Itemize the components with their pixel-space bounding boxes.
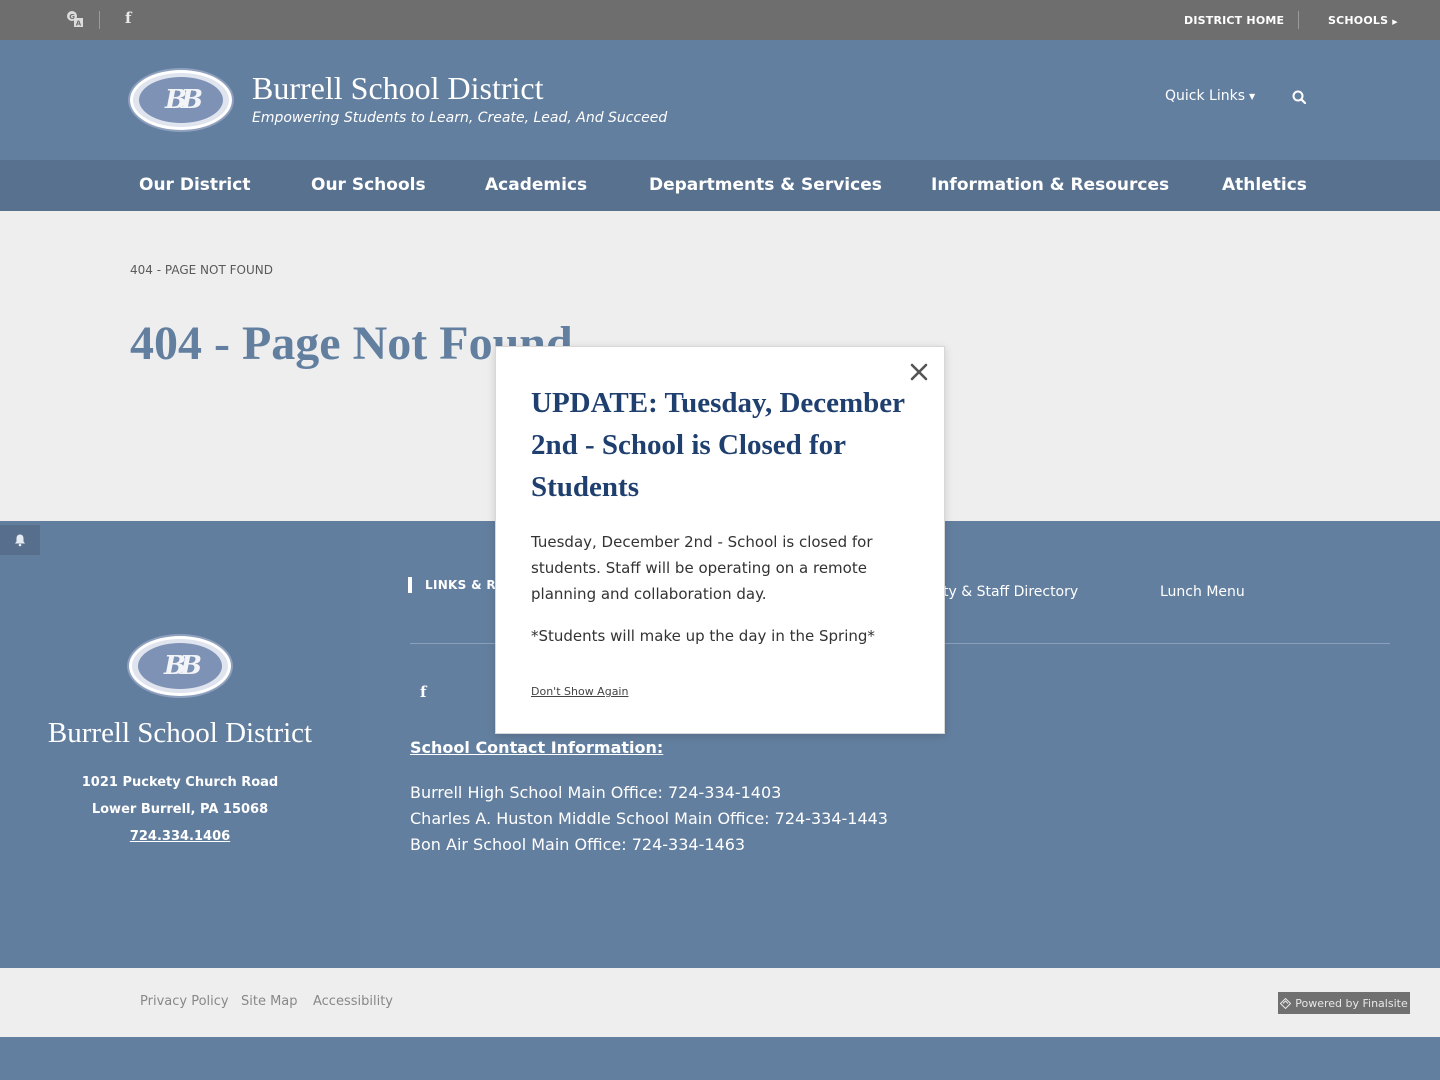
svg-text:A: A [76,20,82,28]
caret-right-icon: ▶ [1392,18,1398,26]
contact-line-middle-school: Charles A. Huston Middle School Main Off… [410,809,888,828]
nav-item-academics[interactable]: Academics [485,175,587,195]
nav-item-our-schools[interactable]: Our Schools [311,175,426,195]
caret-down-icon: ▼ [1249,91,1256,101]
schools-menu[interactable]: SCHOOLS ▶ [1328,14,1398,27]
quick-links-label: Quick Links [1165,88,1246,104]
search-icon[interactable] [1292,90,1306,104]
utility-bar: GA f DISTRICT HOME SCHOOLS ▶ [0,0,1440,40]
nav-item-departments-services[interactable]: Departments & Services [649,175,882,195]
powered-by-finalsite-badge[interactable]: Powered by Finalsite [1278,992,1410,1014]
dont-show-again-link[interactable]: Don't Show Again [531,685,628,698]
footer-district-info: BB Burrell School District 1021 Puckety … [0,521,360,968]
modal-body: Tuesday, December 2nd - School is closed… [531,533,873,603]
topbar-divider [1298,11,1299,29]
contact-line-bon-air: Bon Air School Main Office: 724-334-1463 [410,835,746,854]
finalsite-icon [1280,997,1292,1009]
district-home-link[interactable]: DISTRICT HOME [1184,14,1284,27]
legal-bar: Privacy Policy Site Map Accessibility Po… [0,968,1440,1037]
footer-logo-letters: BB [138,643,222,689]
main-nav: Our District Our Schools Academics Depar… [0,160,1440,211]
contact-heading: School Contact Information: [410,738,664,757]
footer-address-line1: 1021 Puckety Church Road [81,775,279,790]
logo-letters: BB [139,77,223,123]
footer-title: Burrell School District [47,717,313,749]
alert-modal: UPDATE: Tuesday, December 2nd - School i… [495,346,945,734]
facebook-icon[interactable]: f [125,9,131,27]
bell-icon [15,534,25,547]
site-map-link[interactable]: Site Map [241,994,298,1009]
modal-note: *Students will make up the day in the Sp… [531,627,875,645]
schools-label: SCHOOLS [1328,14,1389,27]
footer-facebook-icon[interactable]: f [420,683,426,701]
breadcrumb: 404 - PAGE NOT FOUND [130,263,273,277]
translate-icon[interactable]: GA [66,10,84,32]
site-title[interactable]: Burrell School District [252,70,544,107]
footer-logo[interactable]: BB [129,636,231,696]
close-icon [910,363,928,381]
bottom-strip [0,1037,1440,1080]
privacy-policy-link[interactable]: Privacy Policy [140,994,229,1009]
site-header: BB Burrell School District Empowering St… [0,40,1440,160]
topbar-divider [99,11,100,29]
footer-phone-row: 724.334.1406 [0,829,360,844]
footer-link-lunch-menu[interactable]: Lunch Menu [1160,584,1245,600]
site-tagline: Empowering Students to Learn, Create, Le… [252,110,668,126]
nav-item-our-district[interactable]: Our District [139,175,250,195]
contact-line-high-school: Burrell High School Main Office: 724-334… [410,783,782,802]
accessibility-link[interactable]: Accessibility [313,994,393,1009]
notification-bell-button[interactable] [0,525,40,555]
footer-phone-link[interactable]: 724.334.1406 [130,829,230,844]
footer-address-line2: Lower Burrell, PA 15068 [91,802,269,817]
quick-links-dropdown[interactable]: Quick Links ▼ [1165,88,1255,104]
modal-title: UPDATE: Tuesday, December 2nd - School i… [531,387,905,503]
district-logo[interactable]: BB [130,70,232,130]
nav-item-athletics[interactable]: Athletics [1222,175,1307,195]
footer-link-staff-directory[interactable]: ty & Staff Directory [943,584,1078,600]
footer-links-heading: LINKS & RE [408,577,504,593]
powered-by-label: Powered by Finalsite [1295,996,1408,1010]
nav-item-information-resources[interactable]: Information & Resources [931,175,1169,195]
